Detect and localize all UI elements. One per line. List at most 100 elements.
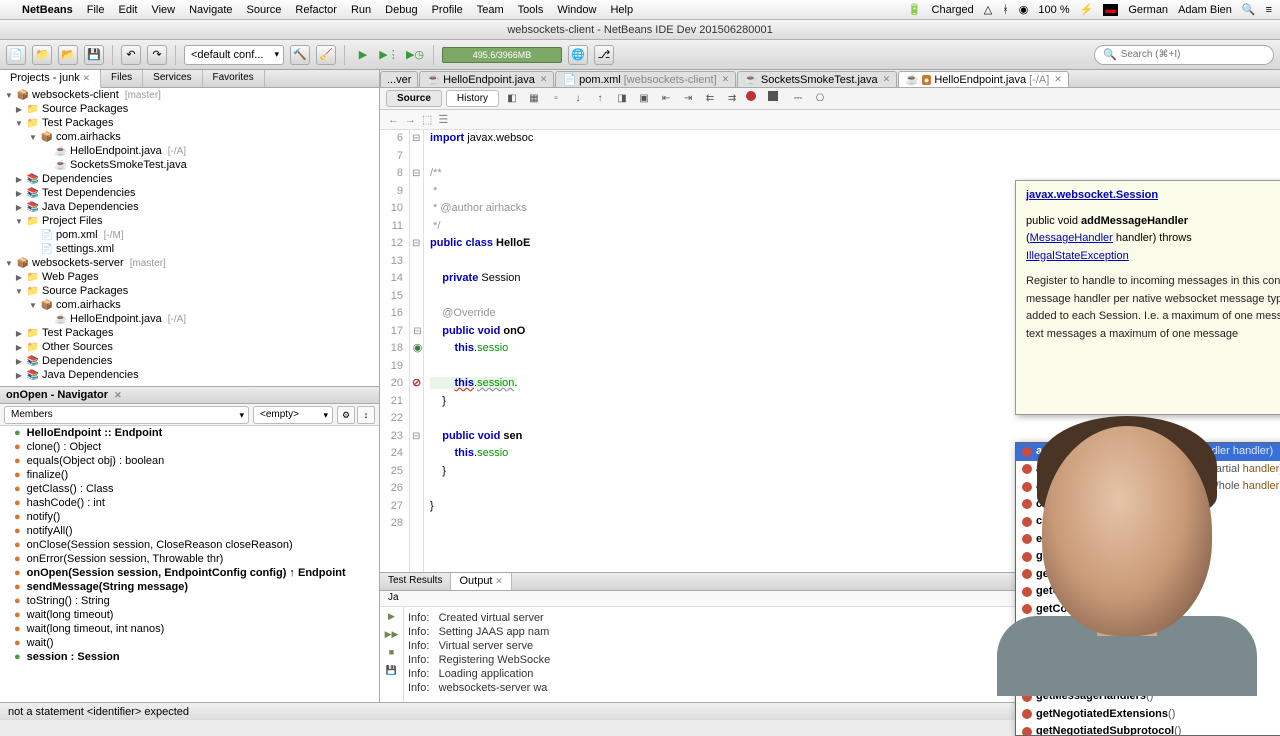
comment-icon[interactable]: ⎓	[789, 90, 807, 108]
menu-window[interactable]: Window	[557, 4, 596, 16]
menu-navigate[interactable]: Navigate	[189, 4, 232, 16]
tree-row[interactable]: ▼📦websockets-client[master]	[0, 88, 379, 102]
tree-row[interactable]: ▶📚Dependencies	[0, 172, 379, 186]
tab-test-results[interactable]: Test Results	[380, 573, 451, 590]
stop-icon[interactable]: ■	[385, 647, 399, 661]
menu-file[interactable]: File	[87, 4, 105, 16]
prev-bookmark-icon[interactable]: ⇤	[657, 90, 675, 108]
git-button[interactable]: ⎇	[594, 45, 614, 65]
navigator-item[interactable]: ● onOpen(Session session, EndpointConfig…	[0, 566, 379, 580]
navigator-item[interactable]: ● notifyAll()	[0, 524, 379, 538]
editor-tab[interactable]: ...ver	[380, 71, 418, 87]
tree-row[interactable]: ▶📚Java Dependencies	[0, 200, 379, 214]
menu-tools[interactable]: Tools	[518, 4, 544, 16]
menu-profile[interactable]: Profile	[432, 4, 463, 16]
nav-back-icon[interactable]: ◧	[503, 90, 521, 108]
redo-button[interactable]: ↷	[147, 45, 167, 65]
navigator-item[interactable]: ● toString() : String	[0, 594, 379, 608]
menu-source[interactable]: Source	[247, 4, 282, 16]
tree-row[interactable]: ▼📦com.airhacks	[0, 130, 379, 144]
crumb-up-icon[interactable]: ⬚	[422, 113, 432, 126]
profile-button[interactable]: ▶◷	[405, 45, 425, 65]
open-button[interactable]: 📂	[58, 45, 78, 65]
close-icon[interactable]: ✕	[495, 576, 503, 586]
close-icon[interactable]: ✕	[540, 74, 548, 85]
navigator-item[interactable]: ● onClose(Session session, CloseReason c…	[0, 538, 379, 552]
navigator-item[interactable]: ● wait(long timeout, int nanos)	[0, 622, 379, 636]
search-input[interactable]	[1121, 49, 1265, 60]
nav-filter-icon[interactable]: ⚙	[337, 406, 355, 424]
battery-icon[interactable]: 🔋	[908, 3, 922, 16]
prev-error-icon[interactable]: ↑	[591, 90, 609, 108]
bluetooth-icon[interactable]: ᚼ	[1002, 4, 1009, 16]
tree-row[interactable]: ▶📚Java Dependencies	[0, 368, 379, 382]
projects-tree[interactable]: ▼📦websockets-client[master]▶📁Source Pack…	[0, 88, 379, 386]
close-icon[interactable]: ✕	[722, 74, 730, 85]
select-icon[interactable]: ▫	[547, 90, 565, 108]
tree-row[interactable]: ▶📚Dependencies	[0, 354, 379, 368]
save-all-button[interactable]: 💾	[84, 45, 104, 65]
crumb-back-icon[interactable]: ←	[388, 114, 399, 126]
navigator-item[interactable]: ● onError(Session session, Throwable thr…	[0, 552, 379, 566]
save-output-icon[interactable]: 💾	[385, 665, 399, 679]
navigator-item[interactable]: ● session : Session	[0, 650, 379, 664]
power-icon[interactable]: ⚡	[1080, 3, 1094, 16]
menu-run[interactable]: Run	[351, 4, 371, 16]
flag-icon[interactable]: ▬	[1103, 4, 1118, 16]
tree-row[interactable]: ▼📁Source Packages	[0, 284, 379, 298]
tree-row[interactable]: ▶📁Web Pages	[0, 270, 379, 284]
completion-item[interactable]: getNegotiatedExtensions()sion>	[1016, 706, 1280, 724]
navigator-item[interactable]: ● equals(Object obj) : boolean	[0, 454, 379, 468]
navigator-item[interactable]: ● clone() : Object	[0, 440, 379, 454]
tab-files[interactable]: Files	[101, 70, 143, 87]
run-button[interactable]: ▶	[353, 45, 373, 65]
filter-combo[interactable]: <empty>	[253, 406, 333, 424]
macro-stop-icon[interactable]	[767, 90, 785, 108]
debug-button[interactable]: ▶⋮	[379, 45, 399, 65]
undo-button[interactable]: ↶	[121, 45, 141, 65]
clean-build-button[interactable]: 🧹	[316, 45, 336, 65]
fold-gutter[interactable]: ⊟⊟⊟⊟ ◉⊘⊟	[410, 130, 424, 572]
menu-view[interactable]: View	[151, 4, 175, 16]
toggle-highlight-icon[interactable]: ◨	[613, 90, 631, 108]
navigator-item[interactable]: ● wait()	[0, 636, 379, 650]
tree-row[interactable]: ▶📚Test Dependencies	[0, 186, 379, 200]
members-combo[interactable]: Members	[4, 406, 249, 424]
navigator-item[interactable]: ● HelloEndpoint :: Endpoint	[0, 426, 379, 440]
menu-team[interactable]: Team	[477, 4, 504, 16]
tree-row[interactable]: ▶📁Test Packages	[0, 326, 379, 340]
source-button[interactable]: Source	[386, 90, 442, 107]
nav-sort-icon[interactable]: ↕	[357, 406, 375, 424]
new-file-button[interactable]: 📄	[6, 45, 26, 65]
tree-row[interactable]: 📄settings.xml	[0, 242, 379, 256]
tab-favorites[interactable]: Favorites	[203, 70, 265, 87]
tab-projects[interactable]: Projects - junk ✕	[0, 70, 101, 88]
javadoc-class-link[interactable]: javax.websocket.Session	[1026, 187, 1280, 205]
tree-row[interactable]: ▶📁Other Sources	[0, 340, 379, 354]
quick-search[interactable]: 🔍	[1094, 45, 1274, 65]
input-lang[interactable]: German	[1128, 4, 1168, 16]
tree-row[interactable]: 📄pom.xml[-/M]	[0, 228, 379, 242]
tree-row[interactable]: ▼📁Project Files	[0, 214, 379, 228]
close-icon[interactable]: ✕	[1054, 74, 1062, 85]
tab-services[interactable]: Services	[143, 70, 202, 87]
editor-tab[interactable]: ☕HelloEndpoint.java✕	[419, 71, 554, 87]
uncomment-icon[interactable]: ⎔	[811, 90, 829, 108]
run-indicator-icon[interactable]: ▶	[385, 611, 399, 625]
navigator-item[interactable]: ● hashCode() : int	[0, 496, 379, 510]
wifi-icon[interactable]: ◉	[1019, 3, 1029, 16]
navigator-item[interactable]: ● wait(long timeout)	[0, 608, 379, 622]
javadoc-param-link[interactable]: MessageHandler	[1030, 232, 1113, 244]
triangle-icon[interactable]: △	[984, 3, 992, 16]
rerun-icon[interactable]: ▶▶	[385, 629, 399, 643]
notifications-icon[interactable]: ≡	[1266, 4, 1272, 16]
tree-row[interactable]: ▼📦com.airhacks	[0, 298, 379, 312]
config-combo[interactable]: <default conf...	[184, 45, 284, 65]
tree-row[interactable]: ☕SocketsSmokeTest.java	[0, 158, 379, 172]
next-bookmark-icon[interactable]: ⇥	[679, 90, 697, 108]
navigator-tree[interactable]: ● HelloEndpoint :: Endpoint● clone() : O…	[0, 426, 379, 702]
next-error-icon[interactable]: ↓	[569, 90, 587, 108]
navigator-item[interactable]: ● notify()	[0, 510, 379, 524]
history-button[interactable]: History	[446, 90, 499, 107]
user-name[interactable]: Adam Bien	[1178, 4, 1232, 16]
